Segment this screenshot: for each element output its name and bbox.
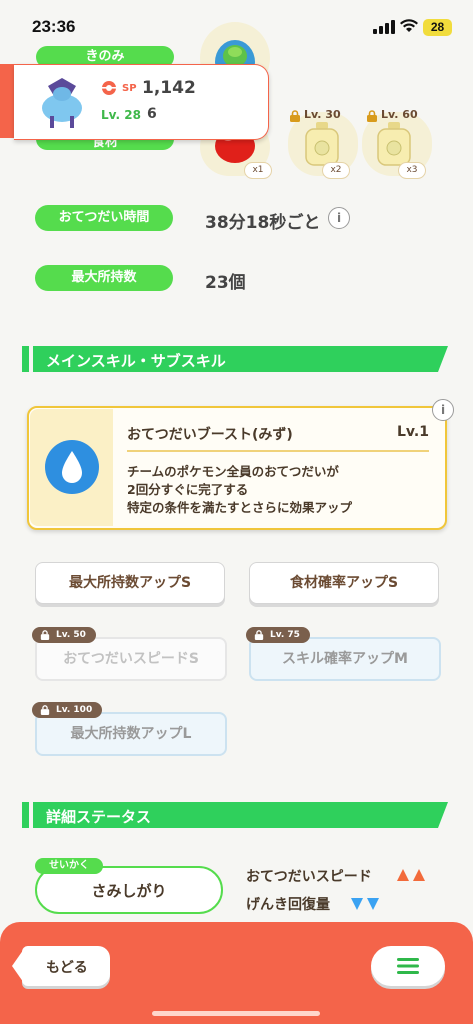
main-skill-name: おてつだいブースト(みず) [127,427,293,443]
pokemon-number: 6 [147,106,157,122]
ingredient-2-lock-level: Lv. 30 [304,108,341,121]
sub-skill-2-button[interactable]: 食材確率アップS [249,562,439,604]
status-time: 23:36 [32,17,76,36]
lock-icon [367,110,377,122]
section-marker [22,346,29,372]
lock-icon [40,630,50,640]
sub-skill-4-lock-tag: Lv. 75 [246,627,310,643]
ingredient-1-qty: x1 [244,162,272,179]
home-indicator[interactable] [152,1011,320,1016]
ingredient-2-icon [305,122,339,166]
sub-skill-5-lock-tag: Lv. 100 [32,702,103,718]
main-skill-level: Lv.1 [397,424,429,440]
max-carry-value: 23個 [205,273,246,293]
sub-skill-5-button[interactable]: 最大所持数アップL [35,712,227,756]
water-drop-icon [45,440,99,494]
divider [127,450,429,452]
sp-icon [102,81,116,95]
back-arrow-icon [12,946,26,986]
sub-skill-4-button[interactable]: スキル確率アップM [249,637,441,681]
cellular-signal-icon [373,20,395,34]
menu-icon [397,958,419,974]
main-skill-desc-3: 特定の条件を満たすとさらに効果アップ [127,500,353,515]
help-time-label: おてつだい時間 [35,205,173,231]
sp-value: 1,142 [142,78,196,98]
back-label: もどる [46,960,88,976]
wifi-icon [400,19,418,32]
nature-up-label: おてつだいスピード [246,869,372,885]
nature-down-label: げんき回復量 [246,897,330,913]
pokemon-level: Lv. 28 [101,108,141,122]
back-button[interactable]: もどる [12,946,110,986]
section-marker [22,802,29,828]
pokemon-sprite-icon [42,78,82,128]
help-time-value: 38分18秒ごと [205,213,321,233]
sub-skill-5-lock-level: Lv. 100 [56,705,93,715]
ingredient-2-qty: x2 [322,162,350,179]
nature-tag: せいかく [35,858,103,874]
sp-label: SP [122,83,137,94]
main-skill-section-title: メインスキル・サブスキル [46,352,226,370]
sub-skill-1-button[interactable]: 最大所持数アップS [35,562,225,604]
lock-icon [254,630,264,640]
detail-section-title: 詳細ステータス [46,808,152,826]
lock-icon [290,110,300,122]
nature-value: さみしがり [91,882,167,900]
info-icon[interactable]: i [328,207,350,229]
sub-skill-3-button[interactable]: おてつだいスピードS [35,637,227,681]
sub-skill-4-lock-level: Lv. 75 [270,630,300,640]
ingredient-3-icon [377,122,411,166]
stat-up-arrows-icon [397,869,425,881]
sub-skill-3-lock-tag: Lv. 50 [32,627,96,643]
main-skill-desc-2: 2回分すぐに完了する [127,482,249,497]
ingredient-3-qty: x3 [398,162,426,179]
max-carry-label: 最大所持数 [35,265,173,291]
menu-button[interactable] [371,946,445,986]
lock-icon [40,705,50,715]
main-skill-info-icon[interactable]: i [432,399,454,421]
sub-skill-3-lock-level: Lv. 50 [56,630,86,640]
main-skill-desc-1: チームのポケモン全員のおてつだいが [127,464,339,479]
ingredient-3-lock-level: Lv. 60 [381,108,418,121]
battery-indicator: 28 [423,19,452,36]
stat-down-arrows-icon [351,898,379,910]
